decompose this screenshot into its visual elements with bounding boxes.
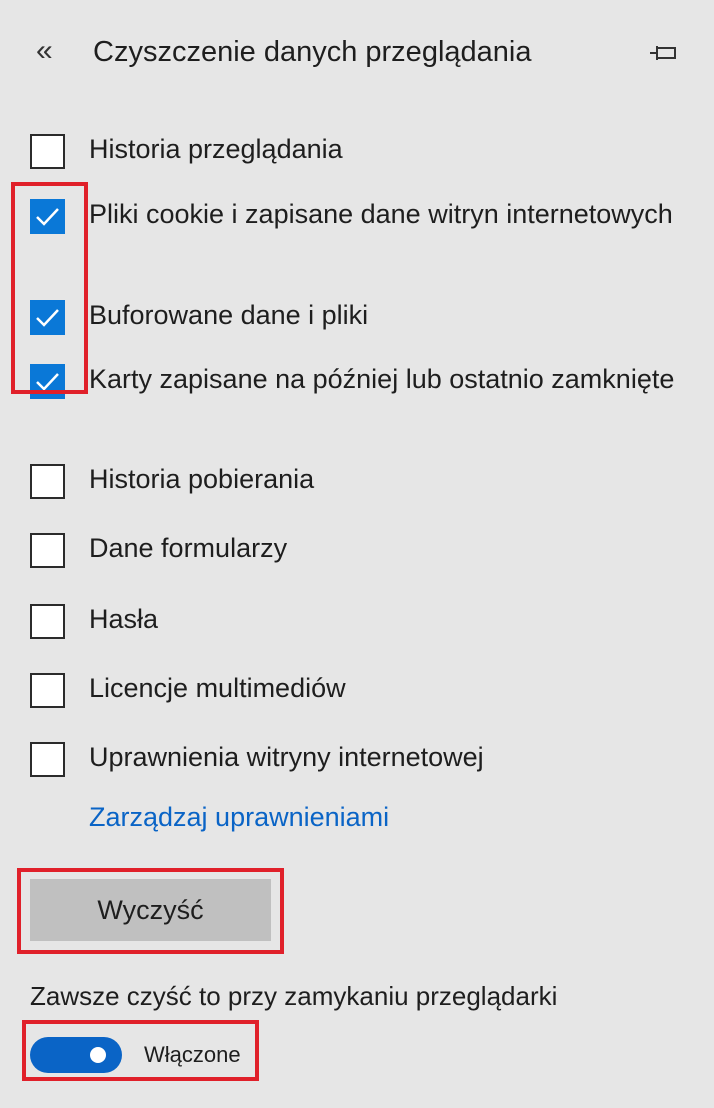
- clear-button[interactable]: Wyczyść: [30, 879, 271, 941]
- checkbox-download-history[interactable]: [30, 464, 65, 499]
- toggle-knob: [90, 1047, 106, 1063]
- checkbox-site-permissions[interactable]: [30, 742, 65, 777]
- option-label: Dane formularzy: [89, 533, 288, 563]
- option-label: Karty zapisane na później lub ostatnio z…: [89, 364, 675, 394]
- back-chevron-icon[interactable]: «: [36, 36, 53, 66]
- option-label: Licencje multimediów: [89, 673, 346, 703]
- always-clear-label: Zawsze czyść to przy zamykaniu przegląda…: [30, 981, 558, 1011]
- panel-header: « Czyszczenie danych przeglądania: [0, 0, 714, 104]
- checkbox-saved-tabs[interactable]: [30, 364, 65, 399]
- option-label: Historia przeglądania: [89, 134, 343, 164]
- checkbox-passwords[interactable]: [30, 604, 65, 639]
- checkbox-cookies[interactable]: [30, 199, 65, 234]
- checkbox-form-data[interactable]: [30, 533, 65, 568]
- panel-title: Czyszczenie danych przeglądania: [93, 36, 532, 68]
- option-label: Pliki cookie i zapisane dane witryn inte…: [89, 199, 673, 229]
- manage-permissions-link[interactable]: Zarządzaj uprawnieniami: [89, 800, 389, 834]
- checkbox-browsing-history[interactable]: [30, 134, 65, 169]
- option-label: Buforowane dane i pliki: [89, 300, 369, 330]
- option-label: Hasła: [89, 604, 159, 634]
- toggle-state-label: Włączone: [144, 1042, 241, 1067]
- always-clear-toggle[interactable]: [30, 1037, 122, 1073]
- checkbox-cached-data[interactable]: [30, 300, 65, 335]
- pin-icon[interactable]: [648, 38, 678, 68]
- option-label: Uprawnienia witryny internetowej: [89, 742, 484, 772]
- checkbox-media-licenses[interactable]: [30, 673, 65, 708]
- option-label: Historia pobierania: [89, 464, 315, 494]
